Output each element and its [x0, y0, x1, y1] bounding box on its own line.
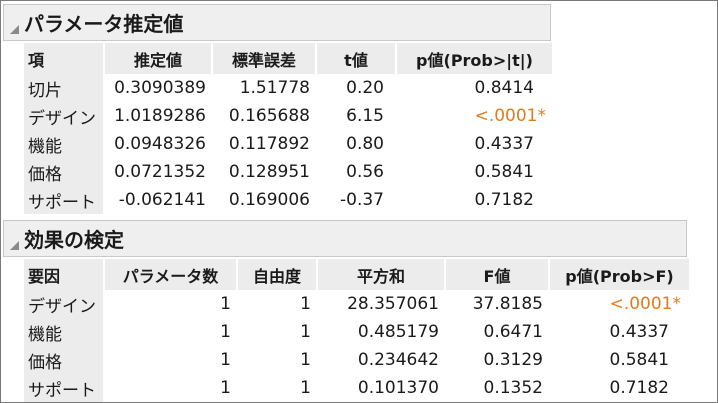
col-header-f-ratio[interactable]: F値 [445, 259, 550, 290]
cell-estimate: 0.0721352 [114, 162, 206, 182]
effect-tests-table: 要因 パラメータ数 自由度 平方和 F値 p値(Prob>F) デザイン 1 1… [24, 259, 689, 402]
cell-estimate: 0.3090389 [114, 78, 206, 98]
table-row: 切片 0.3090389 1.51778 0.20 0.8414 [24, 74, 552, 102]
param-estimates-table: 項 推定値 標準誤差 t値 p値(Prob>|t|) 切片 0.3090389 … [24, 43, 552, 214]
cell-df: 1 [300, 378, 311, 398]
cell-p-value: 0.8414 [474, 78, 534, 98]
col-header-nparm[interactable]: パラメータ数 [104, 259, 238, 290]
col-header-estimate[interactable]: 推定値 [104, 43, 213, 74]
cell-std-error: 0.165688 [228, 106, 310, 126]
disclosure-triangle-icon[interactable] [10, 25, 19, 34]
cell-df: 1 [300, 294, 311, 314]
cell-nparm: 1 [220, 294, 231, 314]
cell-sum-of-squares: 0.485179 [357, 322, 439, 342]
cell-t-value: 0.56 [346, 162, 384, 182]
cell-f-ratio: 0.3129 [483, 350, 543, 370]
param-estimates-header[interactable]: パラメータ推定値 [3, 4, 551, 41]
cell-estimate: -0.062141 [118, 190, 206, 210]
cell-nparm: 1 [220, 322, 231, 342]
cell-p-value-significant: <.0001* [474, 106, 546, 126]
row-term: 切片 [24, 74, 105, 102]
cell-t-value: 0.80 [346, 134, 384, 154]
cell-sum-of-squares: 28.357061 [347, 294, 439, 314]
col-header-source[interactable]: 要因 [24, 259, 105, 290]
row-term: 機能 [24, 130, 105, 158]
table-header-row: 項 推定値 標準誤差 t値 p値(Prob>|t|) [24, 43, 552, 74]
disclosure-triangle-icon[interactable] [10, 241, 19, 250]
col-header-std-error[interactable]: 標準誤差 [212, 43, 317, 74]
cell-nparm: 1 [220, 350, 231, 370]
cell-std-error: 0.117892 [228, 134, 310, 154]
cell-t-value: -0.37 [340, 190, 384, 210]
cell-std-error: 0.169006 [228, 190, 310, 210]
row-term: デザイン [24, 102, 105, 130]
table-header-row: 要因 パラメータ数 自由度 平方和 F値 p値(Prob>F) [24, 259, 689, 290]
row-term: 価格 [24, 158, 105, 186]
param-estimates-title: パラメータ推定値 [24, 12, 184, 36]
row-source: 機能 [24, 318, 105, 346]
col-header-df[interactable]: 自由度 [237, 259, 318, 290]
cell-f-ratio: 0.6471 [483, 322, 543, 342]
cell-t-value: 0.20 [346, 78, 384, 98]
cell-p-value: 0.7182 [609, 378, 669, 398]
row-term: サポート [24, 186, 105, 214]
col-header-p-value[interactable]: p値(Prob>F) [549, 259, 689, 290]
col-header-p-value[interactable]: p値(Prob>|t|) [396, 43, 552, 74]
cell-p-value: 0.4337 [474, 134, 534, 154]
row-source: デザイン [24, 290, 105, 318]
cell-estimate: 0.0948326 [114, 134, 206, 154]
col-header-term[interactable]: 項 [24, 43, 105, 74]
cell-estimate: 1.0189286 [114, 106, 206, 126]
effect-tests-title: 効果の検定 [24, 228, 124, 252]
report-frame: パラメータ推定値 項 推定値 標準誤差 t値 p値(Prob>|t|) 切片 0… [0, 0, 718, 403]
cell-sum-of-squares: 0.101370 [357, 378, 439, 398]
cell-t-value: 6.15 [346, 106, 384, 126]
table-row: 機能 1 1 0.485179 0.6471 0.4337 [24, 318, 689, 346]
table-row: デザイン 1 1 28.357061 37.8185 <.0001* [24, 290, 689, 318]
table-row: 機能 0.0948326 0.117892 0.80 0.4337 [24, 130, 552, 158]
table-row: 価格 0.0721352 0.128951 0.56 0.5841 [24, 158, 552, 186]
cell-p-value-significant: <.0001* [609, 294, 681, 314]
cell-nparm: 1 [220, 378, 231, 398]
cell-p-value: 0.5841 [609, 350, 669, 370]
cell-p-value: 0.4337 [609, 322, 669, 342]
cell-df: 1 [300, 350, 311, 370]
col-header-sum-of-squares[interactable]: 平方和 [317, 259, 446, 290]
cell-f-ratio: 0.1352 [483, 378, 543, 398]
col-header-t-value[interactable]: t値 [316, 43, 397, 74]
cell-p-value: 0.7182 [474, 190, 534, 210]
table-row: 価格 1 1 0.234642 0.3129 0.5841 [24, 346, 689, 374]
cell-p-value: 0.5841 [474, 162, 534, 182]
row-source: サポート [24, 374, 105, 402]
effect-tests-header[interactable]: 効果の検定 [3, 220, 687, 257]
table-row: サポート 1 1 0.101370 0.1352 0.7182 [24, 374, 689, 402]
cell-std-error: 1.51778 [239, 78, 310, 98]
table-row: デザイン 1.0189286 0.165688 6.15 <.0001* [24, 102, 552, 130]
cell-df: 1 [300, 322, 311, 342]
row-source: 価格 [24, 346, 105, 374]
cell-std-error: 0.128951 [228, 162, 310, 182]
table-row: サポート -0.062141 0.169006 -0.37 0.7182 [24, 186, 552, 214]
cell-f-ratio: 37.8185 [472, 294, 543, 314]
cell-sum-of-squares: 0.234642 [357, 350, 439, 370]
